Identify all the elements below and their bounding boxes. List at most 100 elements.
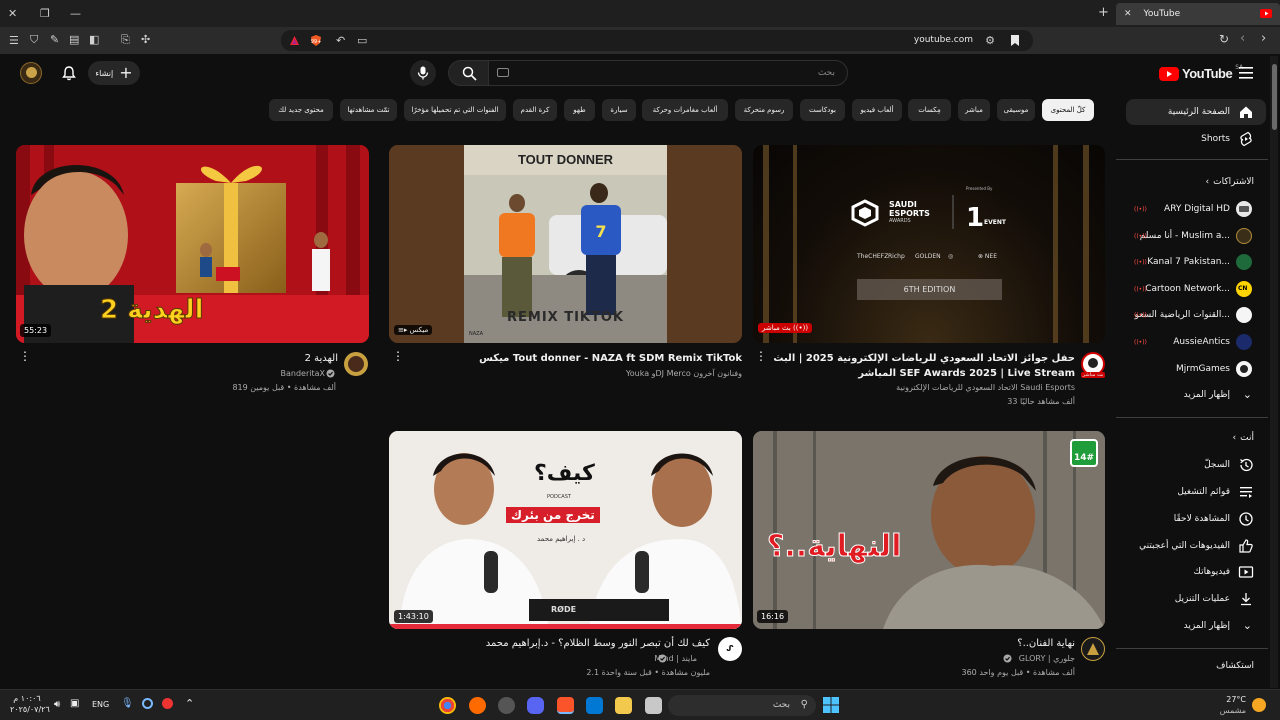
video-thumbnail[interactable]: 7 TOUT DONNER REMIX TIKTOK NAZA ≡▸ ميكس (389, 145, 742, 343)
puzzle-icon[interactable]: ✣ (141, 34, 150, 45)
bookmark-icon[interactable] (1010, 34, 1020, 47)
chrome-app-icon[interactable] (439, 697, 456, 714)
chip-video-games[interactable]: ألعاب فيديو (852, 99, 902, 121)
restore-window-icon[interactable]: ❐ (40, 8, 50, 19)
subscriptions-header[interactable]: ‹ الاشتراكات (1206, 177, 1254, 187)
chip-football[interactable]: كرة القدم (513, 99, 557, 121)
reload-icon[interactable]: ↻ (1219, 33, 1229, 45)
chip-watched[interactable]: تمّت مشاهدتها (340, 99, 397, 121)
scrollbar-thumb[interactable] (1272, 64, 1277, 130)
show-more-subscriptions[interactable]: إظهار المزيد ⌄ (1126, 382, 1266, 408)
clock[interactable]: ١٠:٠٦ م ٢٠٢٥/٠٧/٢٦ (10, 693, 50, 715)
sidebar-item-shorts[interactable]: Shorts (1126, 126, 1266, 152)
page-scrollbar[interactable] (1270, 56, 1278, 688)
chip-podcasts[interactable]: بودكاست (800, 99, 845, 121)
chevron-up-icon[interactable]: ⌃ (185, 697, 194, 710)
sidebar-item-your-videos[interactable]: فيديوهاتك (1126, 559, 1266, 585)
microphone-tray-icon[interactable]: 🎙︎ (121, 698, 134, 709)
chip-action-adventure[interactable]: ألعاب مغامرات وحركة (642, 99, 728, 121)
taskbar-search[interactable]: بحث ⚲ (668, 695, 816, 716)
site-settings-icon[interactable]: ⚙ (985, 35, 995, 46)
channel-name[interactable]: Youka وDJ Merco وفنانون آخرون (400, 368, 742, 380)
video-title[interactable]: نهاية الفنان..؟ (765, 636, 1075, 651)
subscription-item[interactable]: ((•)) Kanal 7 Pakistan... (1126, 249, 1266, 275)
search-button[interactable] (448, 60, 490, 86)
notifications-bell-icon[interactable] (61, 65, 77, 81)
video-thumbnail[interactable]: الهدية 2 55:23 (16, 145, 369, 343)
sidebar-item-liked-videos[interactable]: الفيديوهات التي أعجبتني (1126, 533, 1266, 559)
store-app-icon[interactable] (586, 697, 603, 714)
minimize-window-icon[interactable]: — (70, 8, 81, 19)
search-input[interactable]: بحث (488, 60, 848, 86)
channel-avatar[interactable]: ᔑ (718, 637, 742, 661)
video-title[interactable]: حفل جوائز الاتحاد السعودي للرياضات الإلك… (765, 351, 1075, 381)
screenshot-icon[interactable]: ⎘ (121, 34, 130, 45)
task-view-icon[interactable] (645, 697, 662, 714)
video-thumbnail[interactable]: 1 TheCHEFZ Richp GOLDEN ◎ ⊗ NEE SAUDI ESPOR… (753, 145, 1105, 343)
brave-rewards-icon[interactable] (289, 35, 300, 46)
chip-recently-uploaded[interactable]: الفنوات التي تم تحميلها مؤخرًا (404, 99, 506, 121)
language-indicator[interactable]: ENG (92, 700, 109, 709)
channel-avatar[interactable] (1081, 637, 1105, 661)
channel-name[interactable]: الاتحاد السعودي للرياضات الإلكترونية Sau… (765, 382, 1075, 394)
menu-icon[interactable]: ☰ (9, 35, 19, 46)
chip-cooking[interactable]: طهو (564, 99, 595, 121)
chip-all[interactable]: كلّ المحتوى (1042, 99, 1094, 121)
shield-icon[interactable]: ⛉ (30, 34, 38, 45)
reader-mode-icon[interactable]: ▭ (357, 35, 367, 46)
address-bar[interactable]: 99+ ↶ ▭ youtube.com ⚙ (281, 30, 1033, 51)
voice-search-button[interactable] (410, 60, 436, 86)
new-tab-icon[interactable]: + (1098, 6, 1109, 19)
chip-animation[interactable]: رسوم متحركة (735, 99, 793, 121)
guide-menu-icon[interactable] (1239, 67, 1253, 79)
recording-tray-icon[interactable] (162, 698, 173, 709)
create-button[interactable]: إنشاء + (88, 61, 140, 85)
more-actions-icon[interactable]: ⋮ (19, 350, 31, 362)
channel-name[interactable]: Mind | مايند (400, 653, 697, 665)
keyboard-icon[interactable] (497, 68, 509, 77)
subscription-item[interactable]: MjrmGames (1126, 356, 1266, 382)
channel-avatar[interactable] (344, 352, 368, 376)
more-actions-icon[interactable]: ⋮ (392, 350, 404, 362)
sync-tray-icon[interactable] (142, 698, 153, 709)
sidebar-item-downloads[interactable]: عمليات التنزيل (1126, 586, 1266, 612)
close-window-icon[interactable]: ✕ (8, 8, 17, 19)
discord-app-icon[interactable] (527, 697, 544, 714)
video-title[interactable]: ميكس Tout donner - NAZA ft SDM Remix Tik… (400, 351, 742, 366)
subscription-item[interactable]: ((•)) أنا مسلم - Muslim a... (1126, 223, 1266, 249)
forward-icon[interactable]: ‹ (1240, 32, 1245, 45)
more-actions-icon[interactable]: ⋮ (755, 350, 767, 362)
channel-name[interactable]: GLORY | جلوري (765, 653, 1075, 665)
chip-live[interactable]: مباشر (958, 99, 990, 121)
show-more-you[interactable]: إظهار المزيد ⌄ (1126, 613, 1266, 639)
close-tab-icon[interactable]: ✕ (1124, 9, 1132, 19)
video-thumbnail[interactable]: كيف؟ PODCAST تخرج من بئرك د . إبراهيم مح… (389, 431, 742, 629)
subscription-item[interactable]: ((•)) Cartoon Network... CN (1126, 276, 1266, 302)
youtube-logo[interactable]: YouTube SA (1159, 64, 1243, 81)
subscription-item[interactable]: ((•)) ARY Digital HD (1126, 196, 1266, 222)
tab-youtube[interactable]: ✕ YouTube (1116, 3, 1280, 25)
brave-shields-icon[interactable]: 99+ (309, 34, 323, 47)
extensions-icon[interactable]: ✎ (50, 34, 59, 45)
file-explorer-icon[interactable] (615, 697, 632, 714)
network-icon[interactable]: ▣ (70, 698, 79, 709)
sidebar-icon[interactable]: ◧ (89, 34, 99, 45)
app-icon[interactable] (498, 697, 515, 714)
app-icon[interactable] (469, 697, 486, 714)
sidebar-item-playlists[interactable]: قوائم التشغيل (1126, 479, 1266, 505)
back-icon[interactable]: › (1261, 32, 1266, 45)
chip-music[interactable]: موسيقى (997, 99, 1035, 121)
tabs-icon[interactable]: ▤ (69, 34, 79, 45)
chip-cars[interactable]: سيارة (602, 99, 636, 121)
you-header[interactable]: ‹ أنت (1233, 433, 1254, 443)
video-title[interactable]: الهدية 2 (30, 351, 338, 366)
sidebar-item-history[interactable]: السجلّ (1126, 452, 1266, 478)
video-title[interactable]: كيف لك أن تبصر النور وسط الظلام؟ - د.إبر… (400, 636, 710, 651)
chip-new-to-you[interactable]: محتوى جديد لك (269, 99, 333, 121)
account-avatar[interactable] (20, 62, 42, 84)
sidebar-item-home[interactable]: الصفحة الرئيسية (1126, 99, 1266, 125)
weather-widget[interactable]: 27°C مشمس (1218, 694, 1246, 716)
windows-start-icon[interactable] (823, 697, 839, 713)
sidebar-item-watch-later[interactable]: المشاهدة لاحقًا (1126, 506, 1266, 532)
volume-icon[interactable]: 🔊︎ (54, 699, 60, 710)
